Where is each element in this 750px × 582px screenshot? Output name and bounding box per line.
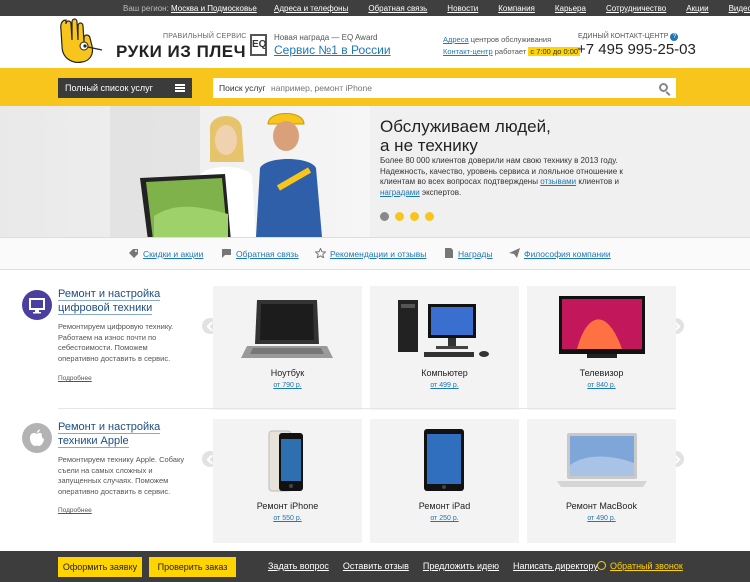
top-link-cooperation[interactable]: Сотрудничество (606, 4, 666, 13)
tag-icon (129, 249, 138, 258)
phone-icon (597, 561, 606, 570)
top-bar: Ваш регион: Москва и Подмосковье Адреса … (0, 0, 750, 16)
search-box: Поиск услуг (213, 78, 676, 98)
top-link-career[interactable]: Карьера (555, 4, 586, 13)
footer-link-review[interactable]: Оставить отзыв (343, 561, 409, 571)
slider-dots (380, 212, 434, 221)
category-digital: Ремонт и настройка цифровой техники Ремо… (0, 286, 750, 420)
service-centers: Адреса центров обслуживания (443, 35, 552, 44)
hero-title: Обслуживаем людей, а не технику (380, 117, 551, 155)
product-card-ipad[interactable]: Ремонт iPad от 250 р. (370, 419, 519, 543)
quick-link-awards[interactable]: Награды (443, 248, 493, 259)
top-link-news[interactable]: Новости (447, 4, 478, 13)
eq-award-badge: EQ (250, 34, 267, 56)
category-title[interactable]: Ремонт и настройка цифровой техники (58, 288, 198, 315)
help-icon[interactable]: ? (670, 33, 679, 41)
contact-center: Контакт-центр работает с 7:00 до 0:00 (443, 47, 581, 56)
more-link[interactable]: Подробнее (58, 375, 92, 382)
hero-description: Более 80 000 клиентов доверили нам свою … (380, 156, 623, 197)
macbook-icon (557, 433, 647, 487)
contact-center-link[interactable]: Контакт-центр (443, 47, 493, 56)
top-link-video[interactable]: Видео (729, 4, 750, 13)
header: ПРАВИЛЬНЫЙ СЕРВИС РУКИ ИЗ ПЛЕЧ EQ Новая … (0, 16, 750, 68)
callback-link[interactable]: Обратный звонок (597, 561, 683, 571)
search-icon[interactable] (659, 83, 668, 92)
product-card-iphone[interactable]: Ремонт iPhone от 550 р. (213, 419, 362, 543)
search-input[interactable] (271, 83, 632, 93)
product-card-computer[interactable]: Компьютер от 499 р. (370, 286, 519, 410)
apple-icon (22, 423, 52, 453)
desktop-computer-icon (398, 300, 489, 357)
quick-link-reviews[interactable]: Рекомендации и отзывы (315, 248, 426, 259)
star-icon (315, 248, 326, 258)
service-centers-link[interactable]: Адреса (443, 35, 469, 44)
product-card-tv[interactable]: Телевизор от 840 р. (527, 286, 676, 410)
region-selector[interactable]: Ваш регион: Москва и Подмосковье (123, 4, 257, 13)
top-link-feedback[interactable]: Обратная связь (368, 4, 427, 13)
slider-dot[interactable] (380, 212, 389, 221)
category-description: Ремонтируем технику Apple. Собаку съели … (58, 455, 185, 496)
footer-link-director[interactable]: Написать директору (513, 561, 598, 571)
footer-links: Задать вопрос Оставить отзыв Предложить … (268, 561, 612, 571)
award-link[interactable]: Сервис №1 в России (274, 43, 391, 57)
document-icon (445, 248, 453, 258)
phone-number[interactable]: +7 495 995-25-03 (577, 41, 696, 58)
quick-links: Скидки и акции Обратная связь Рекомендац… (0, 237, 750, 270)
iphone-icon (268, 430, 303, 492)
region-value[interactable]: Москва и Подмосковье (171, 4, 257, 13)
top-link-company[interactable]: Компания (498, 4, 535, 13)
tv-icon (559, 296, 645, 358)
top-links: Адреса и телефоны Обратная связь Новости… (274, 4, 750, 13)
hamburger-icon (175, 84, 185, 92)
services-menu-button[interactable]: Полный список услуг (58, 78, 192, 98)
paper-plane-icon (509, 248, 520, 258)
quick-link-discounts[interactable]: Скидки и акции (128, 248, 203, 259)
award-caption: Новая награда — EQ Award (274, 33, 378, 42)
product-card-macbook[interactable]: Ремонт MacBook от 490 р. (527, 419, 676, 543)
reviews-link[interactable]: отзывами (540, 177, 576, 186)
top-link-promos[interactable]: Акции (686, 4, 708, 13)
search-label: Поиск услуг (219, 83, 266, 93)
footer-link-ask[interactable]: Задать вопрос (268, 561, 329, 571)
hero-banner: Обслуживаем людей, а не технику Более 80… (0, 106, 750, 237)
hotline-label: ЕДИНЫЙ КОНТАКТ-ЦЕНТР? (578, 33, 679, 41)
product-card-laptop[interactable]: Ноутбук от 790 р. (213, 286, 362, 410)
ipad-icon (424, 429, 464, 491)
category-apple: Ремонт и настройка техники Apple Ремонти… (0, 419, 750, 553)
footer-bar: Оформить заявку Проверить заказ Задать в… (0, 551, 750, 582)
category-title[interactable]: Ремонт и настройка техники Apple (58, 421, 198, 448)
quick-link-feedback[interactable]: Обратная связь (221, 248, 299, 259)
order-button[interactable]: Оформить заявку (58, 557, 142, 577)
chat-icon (222, 249, 231, 258)
category-description: Ремонтируем цифровую технику. Работаем н… (58, 322, 174, 363)
brand-name[interactable]: РУКИ ИЗ ПЛЕЧ (116, 42, 246, 62)
check-order-button[interactable]: Проверить заказ (149, 557, 236, 577)
awards-link[interactable]: наградами (380, 188, 420, 197)
more-link[interactable]: Подробнее (58, 507, 92, 514)
monitor-icon (22, 290, 52, 320)
slider-dot[interactable] (395, 212, 404, 221)
tagline: ПРАВИЛЬНЫЙ СЕРВИС (163, 33, 247, 40)
contact-hours: с 7:00 до 0:00 (528, 47, 581, 56)
laptop-icon (241, 300, 333, 358)
top-link-addresses[interactable]: Адреса и телефоны (274, 4, 348, 13)
quick-link-philosophy[interactable]: Философия компании (509, 248, 611, 259)
nav-bar: Полный список услуг Поиск услуг (0, 68, 750, 106)
footer-link-idea[interactable]: Предложить идею (423, 561, 499, 571)
hero-image (0, 106, 370, 237)
logo-hand-icon[interactable] (56, 16, 106, 68)
slider-dot[interactable] (425, 212, 434, 221)
divider (58, 408, 675, 409)
slider-dot[interactable] (410, 212, 419, 221)
